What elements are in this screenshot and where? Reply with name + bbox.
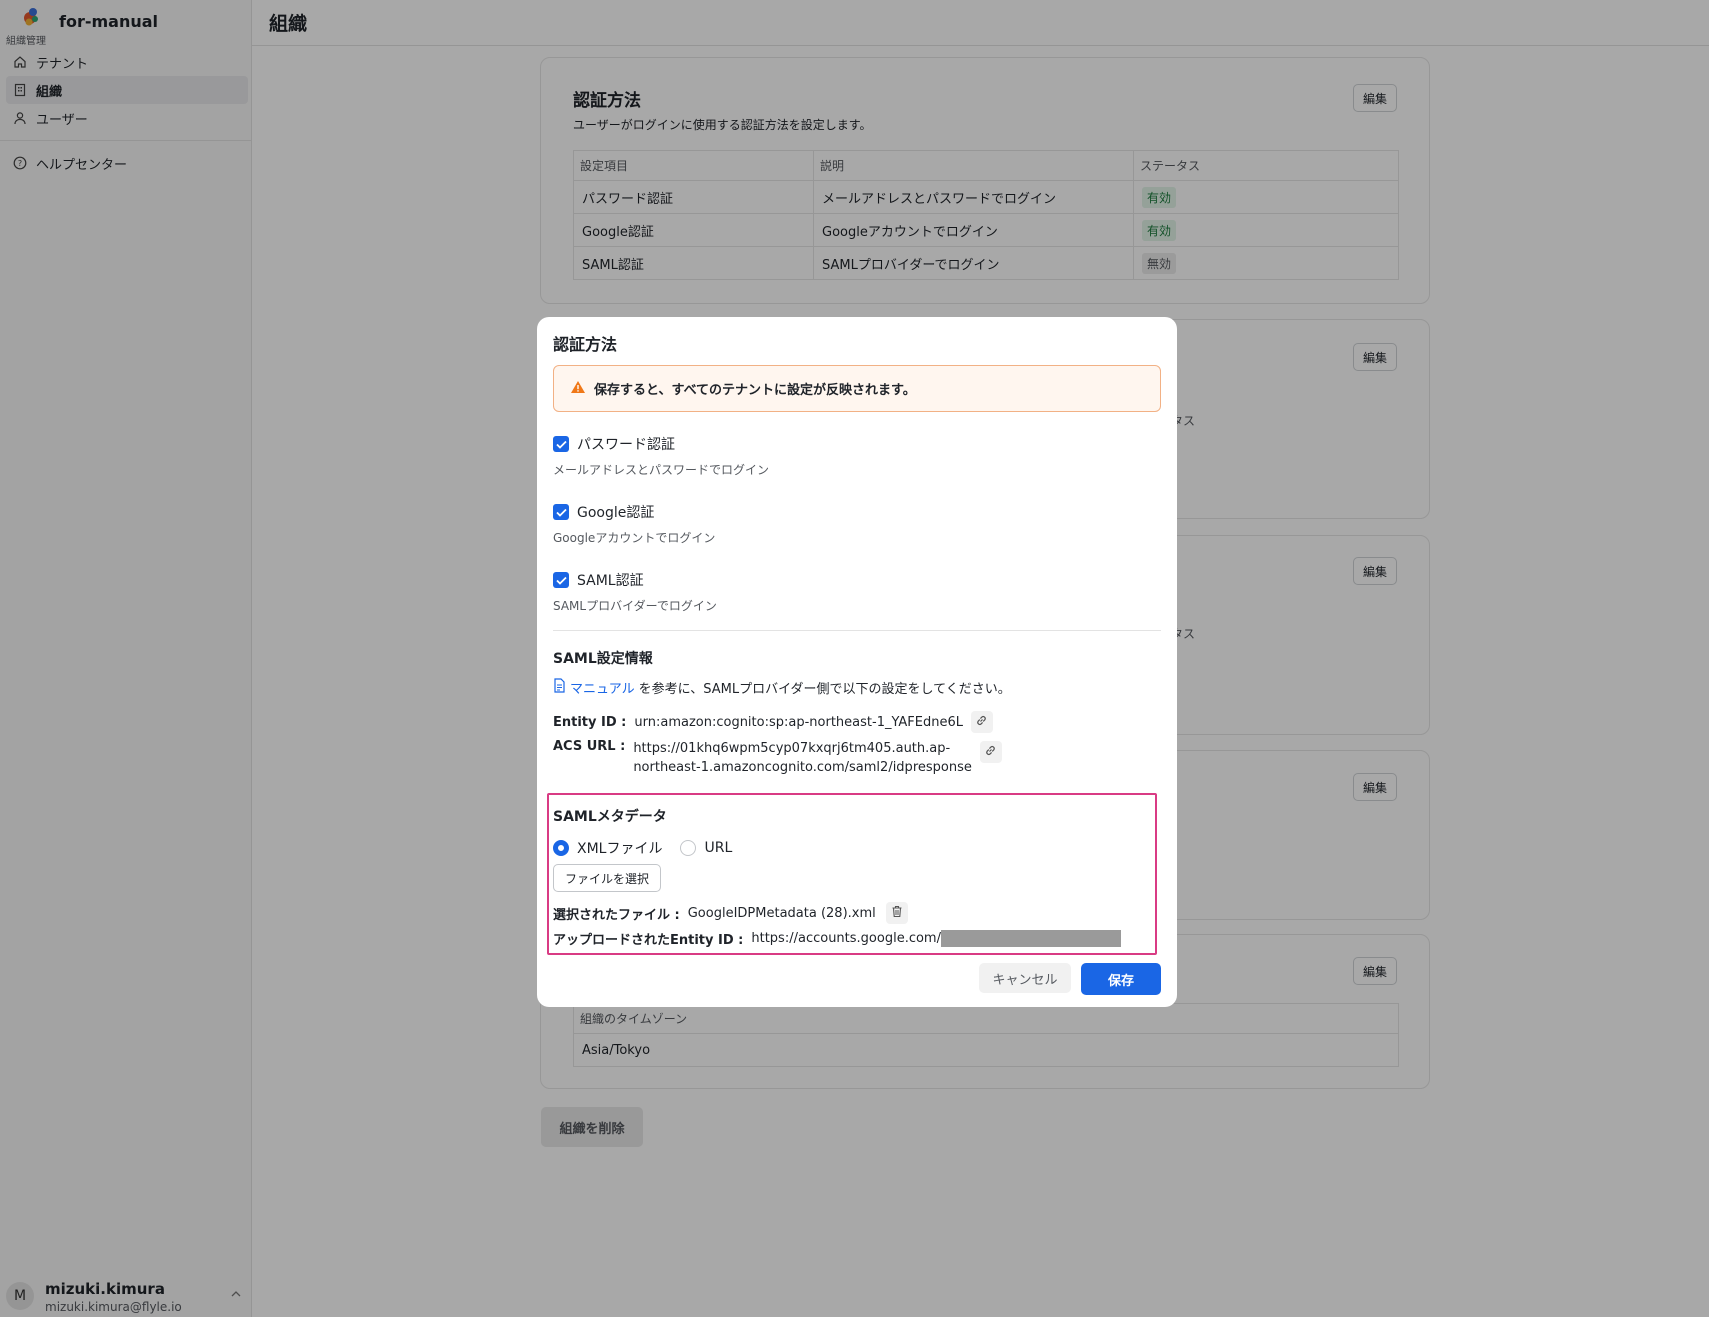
uploaded-entity-id-label: アップロードされたEntity ID :: [553, 933, 744, 948]
choose-file-button[interactable]: ファイルを選択: [553, 864, 661, 892]
selected-file-value: GoogleIDPMetadata (28).xml: [687, 905, 876, 921]
auth-method-modal: 認証方法 保存すると、すべてのテナントに設定が反映されます。 パスワード認証 メ…: [537, 317, 1177, 1007]
acs-url-line: https://01khq6wpm5cyp07kxqrj6tm405.auth.…: [633, 741, 951, 756]
link-icon: [975, 714, 988, 731]
option-google-auth: Google認証 Googleアカウントでログイン: [553, 501, 1153, 546]
manual-instruction: マニュアル を参考に、SAMLプロバイダー側で以下の設定をしてください。: [553, 678, 1011, 697]
option-description: Googleアカウントでログイン: [553, 531, 716, 545]
option-label: SAML認証: [577, 573, 644, 589]
option-password-auth: パスワード認証 メールアドレスとパスワードでログイン: [553, 433, 1153, 478]
acs-url-label: ACS URL :: [553, 739, 626, 754]
acs-url-value: https://01khq6wpm5cyp07kxqrj6tm405.auth.…: [633, 739, 972, 777]
uploaded-entity-id-value: https://accounts.google.com/: [751, 931, 941, 946]
metadata-type-radio-group: XMLファイル URL: [553, 838, 732, 858]
entity-id-label: Entity ID :: [553, 714, 627, 730]
link-icon: [984, 744, 997, 761]
acs-url-line: northeast-1.amazoncognito.com/saml2/idpr…: [633, 760, 972, 775]
option-description: メールアドレスとパスワードでログイン: [553, 463, 770, 477]
password-auth-checkbox[interactable]: [553, 436, 569, 452]
entity-id-row: Entity ID : urn:amazon:cognito:sp:ap-nor…: [553, 711, 993, 733]
option-label: Google認証: [577, 505, 655, 521]
save-button[interactable]: 保存: [1081, 963, 1161, 995]
google-auth-checkbox[interactable]: [553, 504, 569, 520]
manual-link[interactable]: マニュアル: [570, 678, 635, 697]
warning-alert: 保存すると、すべてのテナントに設定が反映されます。: [553, 365, 1161, 412]
option-description: SAMLプロバイダーでログイン: [553, 599, 717, 613]
selected-file-row: 選択されたファイル : GoogleIDPMetadata (28).xml: [553, 902, 908, 924]
warning-triangle-icon: [570, 380, 586, 398]
copy-acs-url-button[interactable]: [979, 741, 1002, 763]
saml-settings-title: SAML設定情報: [553, 651, 653, 667]
cancel-button[interactable]: キャンセル: [979, 963, 1071, 993]
copy-entity-id-button[interactable]: [970, 711, 993, 733]
radio-label: URL: [704, 840, 733, 856]
trash-icon: [891, 905, 903, 922]
acs-url-row: ACS URL : https://01khq6wpm5cyp07kxqrj6t…: [553, 739, 1002, 777]
modal-title: 認証方法: [553, 335, 618, 354]
document-icon: [553, 678, 566, 697]
redacted-block: [940, 930, 1121, 947]
selected-file-label: 選択されたファイル :: [553, 907, 680, 923]
delete-file-button[interactable]: [885, 902, 908, 924]
radio-label: XMLファイル: [577, 841, 663, 857]
entity-id-value: urn:amazon:cognito:sp:ap-northeast-1_YAF…: [634, 714, 963, 730]
saml-auth-checkbox[interactable]: [553, 572, 569, 588]
manual-suffix-text: を参考に、SAMLプロバイダー側で以下の設定をしてください。: [638, 682, 1011, 697]
divider: [553, 630, 1161, 631]
alert-text: 保存すると、すべてのテナントに設定が反映されます。: [594, 383, 916, 398]
option-saml-auth: SAML認証 SAMLプロバイダーでログイン: [553, 569, 1153, 614]
radio-url[interactable]: [680, 840, 697, 856]
saml-metadata-title: SAMLメタデータ: [553, 809, 667, 825]
radio-xml-file[interactable]: [553, 840, 569, 856]
option-label: パスワード認証: [577, 437, 675, 453]
uploaded-entity-id-row: アップロードされたEntity ID : https://accounts.go…: [553, 929, 1121, 948]
